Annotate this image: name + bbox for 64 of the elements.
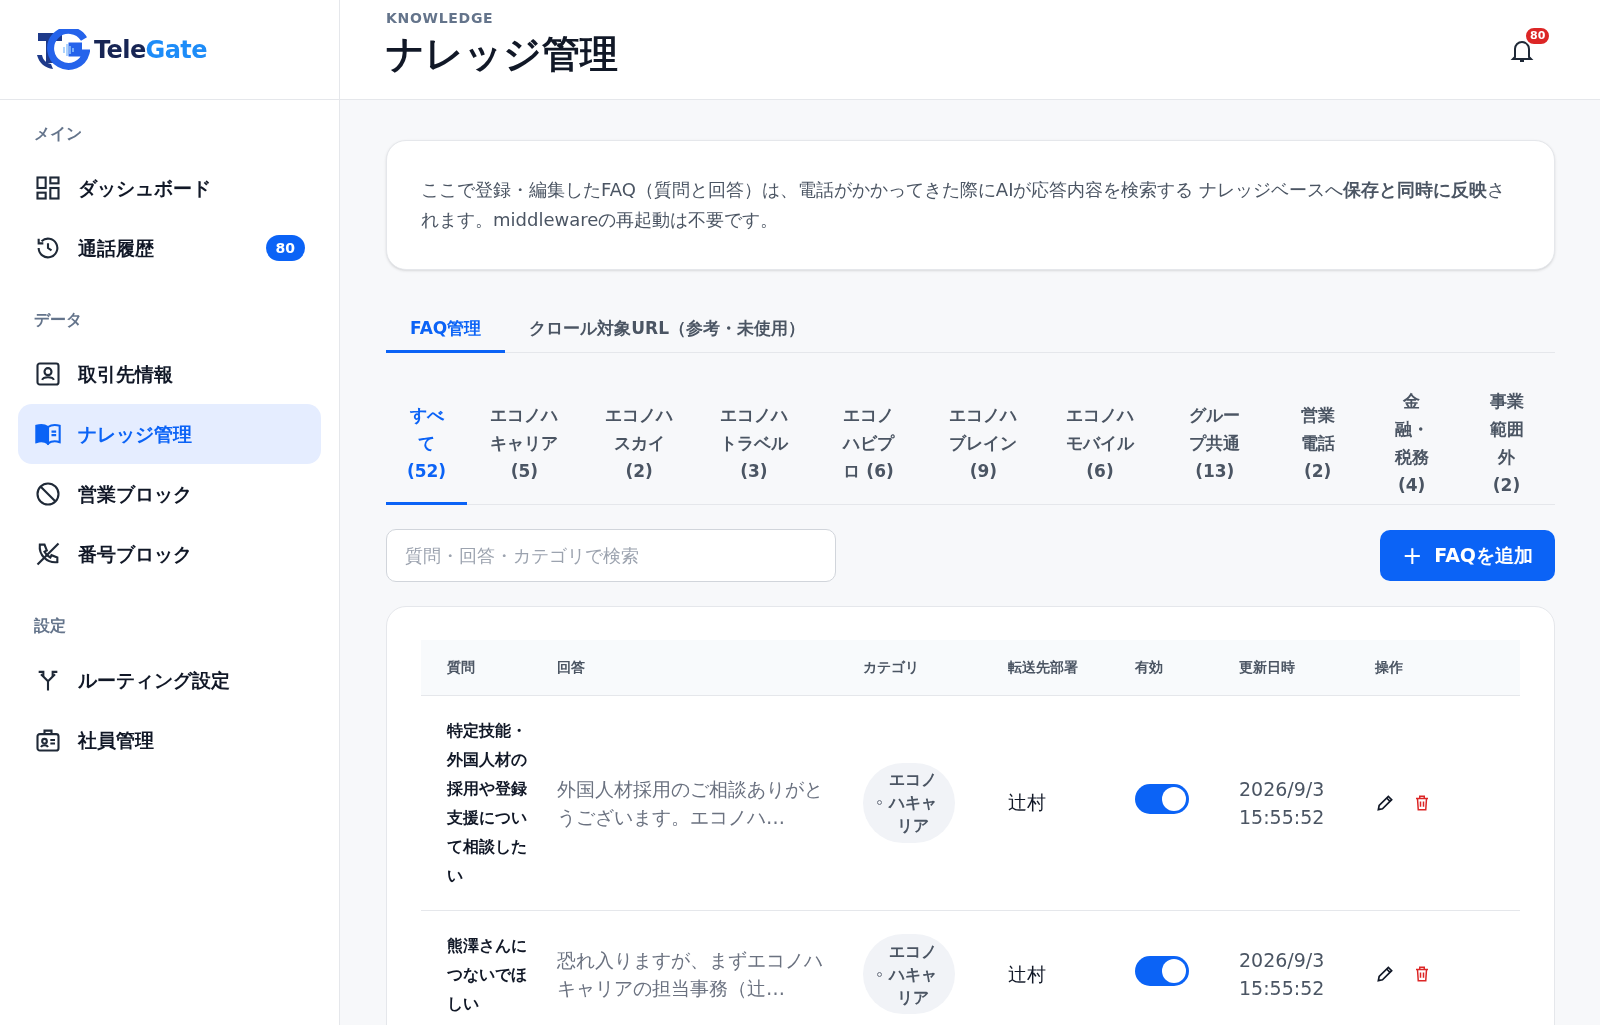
category-tab[interactable]: エコノハスカイ (2) [581, 383, 697, 505]
category-tab[interactable]: 事業範囲外 (2) [1458, 383, 1555, 505]
logo-icon [34, 28, 90, 71]
count-badge: 80 [265, 235, 305, 261]
category-tag: エコノハキャリア [863, 934, 955, 1014]
contact-card-icon [34, 360, 62, 388]
table-cell: 2026/9/3 15:55:52 [1239, 695, 1375, 910]
notification-badge: 80 [1524, 26, 1552, 46]
enabled-toggle[interactable] [1135, 955, 1189, 986]
category-tab[interactable]: すべて (52) [386, 383, 468, 505]
section-heading: 設定 [33, 615, 67, 637]
category-tab[interactable]: 金融・税務 (4) [1365, 383, 1459, 505]
table-cell: 辻村 [1008, 910, 1135, 1025]
column-header: カテゴリ [863, 640, 1008, 695]
category-tab[interactable]: グループ共通 (13) [1159, 383, 1271, 505]
edit-button[interactable] [1375, 964, 1395, 984]
category-tab[interactable]: エコノハブレイン (9) [925, 383, 1041, 505]
sidebar-item[interactable]: 社員管理 [18, 710, 321, 770]
table-cell: 恐れ入りますが、まずエコノハキャリアの担当事務（辻… [557, 910, 863, 1025]
sidebar-item[interactable]: 取引先情報 [18, 344, 321, 404]
brand-name: TeleGate [94, 34, 207, 66]
trash-icon [1413, 964, 1431, 984]
pencil-icon [1375, 792, 1395, 813]
table-cell: 辻村 [1008, 695, 1135, 910]
add-faq-button[interactable]: + FAQを追加 [1380, 530, 1555, 581]
table-cell: 2026/9/3 15:55:52 [1239, 910, 1375, 1025]
category-tab[interactable]: エコノハトラベル (3) [696, 383, 812, 505]
bell-icon [1510, 38, 1534, 64]
notice-text: ここで登録・編集したFAQ（質問と回答）は、電話がかかってきた際にAIが応答内容を検索する ナレッジベースへ保存と同時に反映されます。middlewareの再起動は不要です。 [421, 178, 1507, 232]
tab[interactable]: FAQ管理 [386, 308, 506, 353]
notification-button[interactable]: 80 [1508, 26, 1550, 66]
enabled-toggle[interactable] [1135, 784, 1189, 814]
sidebar-item[interactable]: 通話履歴 80 [18, 218, 321, 278]
tab[interactable]: クロール対象URL（参考・未使用） [505, 308, 829, 353]
sidebar-item[interactable]: 番号ブロック [18, 524, 321, 584]
sidebar-item[interactable]: 営業ブロック [18, 464, 321, 524]
plus-icon: + [1402, 537, 1423, 574]
section-heading: データ [33, 309, 83, 331]
table-cell: 特定技能・外国人材の採用や登録支援について相談したい [421, 695, 557, 910]
table-cell: 熊澤さんにつないでほしい [421, 910, 557, 1025]
pencil-icon [1375, 964, 1395, 984]
grid-icon [34, 174, 62, 202]
category-tab[interactable]: 営業電話 (2) [1270, 383, 1366, 505]
sidebar-item[interactable]: ダッシュボード [18, 158, 321, 218]
edit-button[interactable] [1375, 792, 1395, 813]
column-header: 質問 [421, 640, 557, 695]
column-header: 操作 [1375, 640, 1520, 695]
search-field[interactable]: 質問・回答・カテゴリで検索 [386, 529, 836, 582]
column-header: 回答 [557, 640, 863, 695]
page-title: ナレッジ管理 [386, 31, 618, 78]
phone-off-icon [34, 540, 62, 568]
column-header: 有効 [1135, 640, 1239, 695]
category-tab[interactable]: エコノハキャリア (5) [467, 383, 582, 505]
category-tag: エコノハキャリア [863, 762, 955, 843]
sidebar-item[interactable]: ナレッジ管理 [18, 404, 321, 464]
column-header: 更新日時 [1239, 640, 1375, 695]
blocked-icon [34, 480, 62, 508]
category-tab[interactable]: エコノハビプロ (6) [811, 383, 926, 505]
table-cell: 外国人材採用のご相談ありがとうございます。エコノハ… [557, 695, 863, 910]
section-heading: メイン [33, 123, 83, 145]
page-eyebrow: KNOWLEDGE [386, 9, 495, 28]
category-tab[interactable]: エコノハモバイル (6) [1040, 383, 1160, 505]
sidebar-item[interactable]: ルーティング設定 [18, 650, 321, 710]
column-header: 転送先部署 [1008, 640, 1135, 695]
